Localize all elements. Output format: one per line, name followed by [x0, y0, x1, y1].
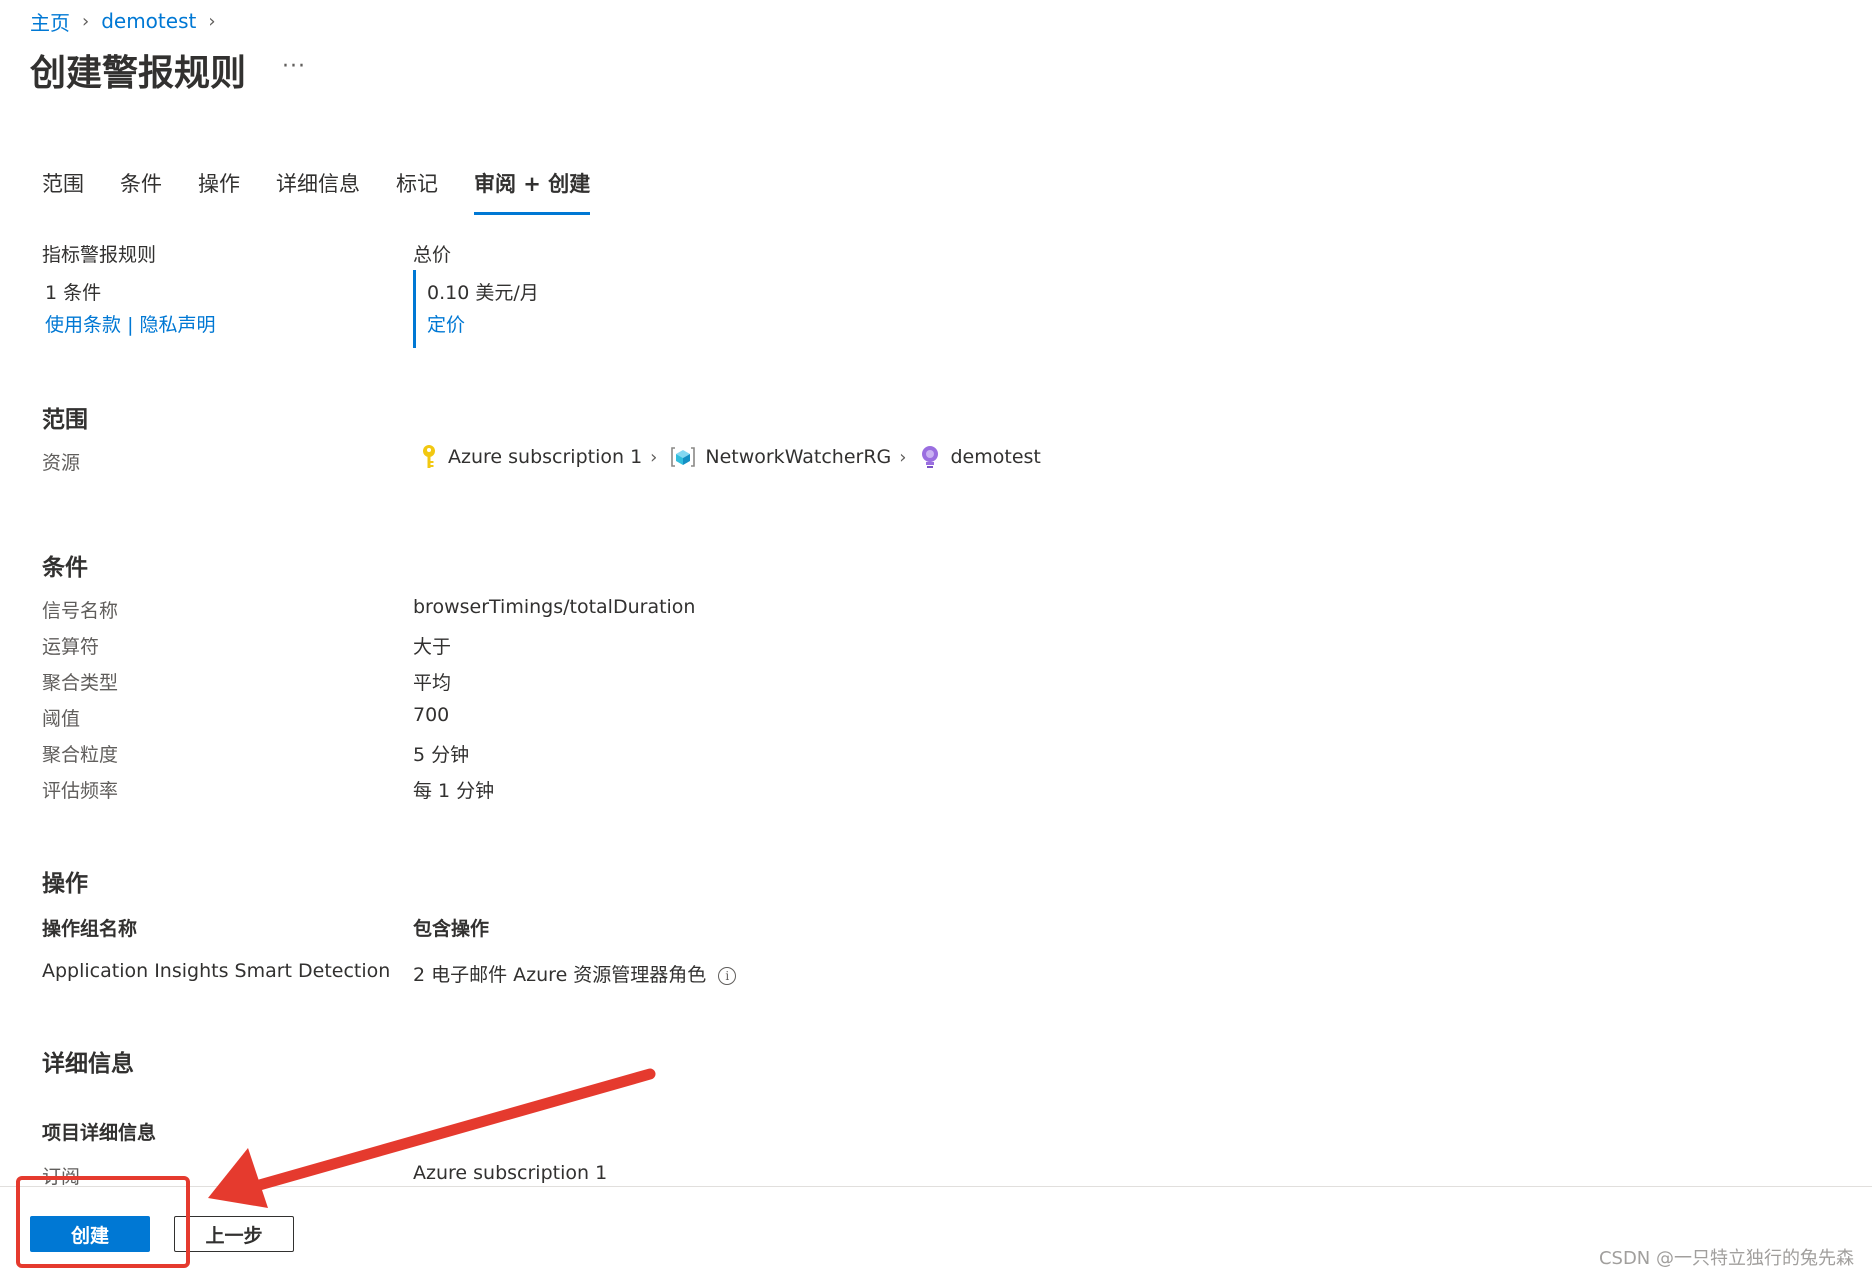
watermark: CSDN @一只特立独行的兔先森 [1598, 1248, 1854, 1269]
page: 主页 › demotest › 创建警报规则 ··· 范围 条件 操作 详细信息… [0, 0, 1872, 1276]
annotation-arrow-icon [208, 1068, 656, 1208]
